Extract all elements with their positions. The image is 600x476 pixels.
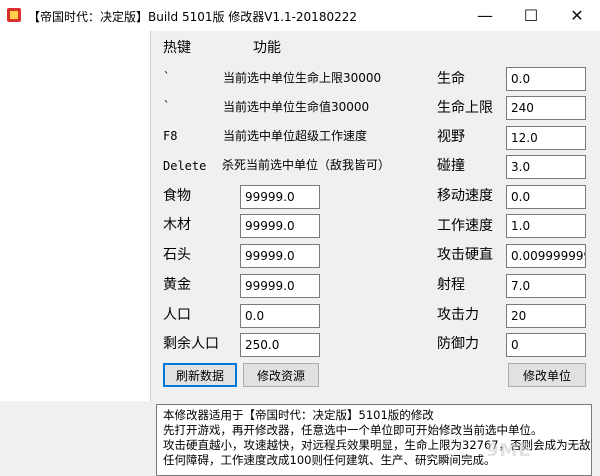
food-field[interactable]: 99999.0 bbox=[240, 185, 320, 209]
move-speed-field[interactable]: 0.0 bbox=[506, 185, 586, 209]
stat-label-defense: 防御力 bbox=[437, 336, 479, 352]
max-hp-field[interactable]: 240 bbox=[506, 96, 586, 120]
sight-field[interactable]: 12.0 bbox=[506, 126, 586, 150]
modify-resources-button[interactable]: 修改资源 bbox=[243, 363, 319, 387]
hotkey-function: 当前选中单位生命值30000 bbox=[223, 100, 370, 114]
hotkey-header: 热键 bbox=[163, 40, 191, 56]
attack-delay-field[interactable]: 0.009999999 bbox=[506, 244, 586, 268]
stat-label-collision: 碰撞 bbox=[437, 158, 465, 174]
stat-label-hp: 生命 bbox=[437, 71, 465, 87]
resource-label-wood: 木材 bbox=[163, 217, 191, 233]
defense-field[interactable]: 0 bbox=[506, 333, 586, 357]
minimize-button[interactable]: — bbox=[462, 0, 508, 31]
resource-label-stone: 石头 bbox=[163, 247, 191, 263]
hp-field[interactable]: 0.0 bbox=[506, 67, 586, 91]
resource-label-population: 人口 bbox=[163, 307, 191, 323]
hotkey-key: Delete bbox=[163, 159, 207, 173]
work-speed-field[interactable]: 1.0 bbox=[506, 214, 586, 238]
maximize-icon: ☐ bbox=[523, 6, 539, 25]
collision-field[interactable]: 3.0 bbox=[506, 155, 586, 179]
hotkey-key: ` bbox=[163, 99, 171, 113]
stat-label-range: 射程 bbox=[437, 277, 465, 293]
resource-label-food: 食物 bbox=[163, 188, 191, 204]
hotkey-function: 当前选中单位超级工作速度 bbox=[223, 129, 368, 143]
refresh-data-button[interactable]: 刷新数据 bbox=[163, 363, 237, 387]
gold-field[interactable]: 99999.0 bbox=[240, 274, 320, 298]
hotkey-function: 当前选中单位生命上限30000 bbox=[223, 71, 382, 85]
resource-label-remaining-population: 剩余人口 bbox=[163, 336, 219, 352]
app-icon bbox=[7, 8, 21, 22]
minimize-icon: — bbox=[477, 6, 493, 25]
stat-label-attack: 攻击力 bbox=[437, 307, 479, 323]
wood-field[interactable]: 99999.0 bbox=[240, 214, 320, 238]
modify-unit-button[interactable]: 修改单位 bbox=[508, 363, 586, 387]
notes-line: 先打开游戏，再开修改器，任意选中一个单位即可开始修改当前选中单位。 bbox=[163, 423, 543, 437]
maximize-button[interactable]: ☐ bbox=[508, 0, 554, 31]
hotkey-key: ` bbox=[163, 70, 171, 84]
stat-label-move-speed: 移动速度 bbox=[437, 188, 493, 204]
close-icon: ✕ bbox=[570, 6, 584, 25]
hotkey-key: F8 bbox=[163, 129, 178, 143]
stat-label-work-speed: 工作速度 bbox=[437, 218, 493, 234]
close-button[interactable]: ✕ bbox=[554, 0, 600, 31]
attack-field[interactable]: 20 bbox=[506, 304, 586, 328]
watermark: 9ME bbox=[486, 440, 532, 461]
remaining-population-field[interactable]: 250.0 bbox=[240, 333, 320, 357]
population-field[interactable]: 0.0 bbox=[240, 304, 320, 328]
left-list-panel[interactable] bbox=[0, 31, 151, 401]
resource-label-gold: 黄金 bbox=[163, 277, 191, 293]
range-field[interactable]: 7.0 bbox=[506, 274, 586, 298]
stat-label-attack-delay: 攻击硬直 bbox=[437, 247, 493, 263]
window-title: 【帝国时代：决定版】Build 5101版 修改器V1.1-20180222 bbox=[28, 10, 357, 24]
stat-label-sight: 视野 bbox=[437, 129, 465, 145]
title-bar: 【帝国时代：决定版】Build 5101版 修改器V1.1-20180222 —… bbox=[0, 0, 600, 31]
stone-field[interactable]: 99999.0 bbox=[240, 244, 320, 268]
hotkey-function: 杀死当前选中单位（敌我皆可） bbox=[222, 158, 391, 172]
stat-label-max-hp: 生命上限 bbox=[437, 100, 493, 116]
notes-line: 本修改器适用于【帝国时代：决定版】5101版的修改 bbox=[163, 408, 434, 422]
function-header: 功能 bbox=[253, 40, 281, 56]
